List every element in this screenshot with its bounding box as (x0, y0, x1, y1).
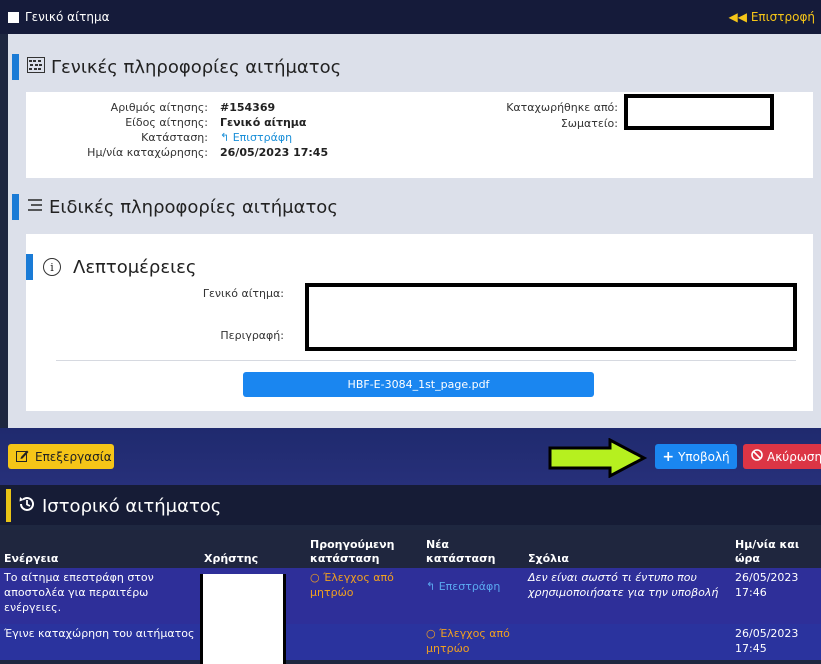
info-circle-icon: i (43, 258, 61, 276)
specific-info-title: Ειδικές πληροφορίες αιτήματος (49, 196, 338, 218)
history-heading: Ιστορικό αιτήματος (0, 485, 821, 525)
description-label: Περιγραφή: (220, 329, 284, 342)
page-title: Γενικό αίτημα (8, 10, 110, 24)
attachment-button[interactable]: HBF-E-3084_1st_page.pdf (243, 372, 594, 397)
back-link[interactable]: ◀◀ Επιστροφή (729, 10, 815, 24)
redacted-registered-by (624, 94, 774, 130)
cell-datetime: 26/05/2023 17:45 (735, 627, 799, 655)
cell-new-state: ○ Έλεγχος από μητρώο (426, 627, 510, 655)
submit-button-label: Υποβολή (678, 449, 730, 464)
abacus-icon (27, 56, 45, 78)
cell-action: Το αίτημα επεστράφη στον αποστολέα για π… (4, 571, 154, 614)
cell-datetime: 26/05/2023 17:46 (735, 571, 799, 599)
club-label: Σωματείο: (560, 117, 618, 130)
col-datetime: Ημ/νία και ώρα (735, 538, 800, 565)
request-type: Γενικό αίτημα (220, 116, 307, 129)
details-heading: i Λεπτομέρειες (26, 254, 196, 280)
col-comments: Σχόλια (528, 552, 569, 565)
cell-prev-state: ○ Έλεγχος από μητρώο (310, 571, 394, 599)
general-request-label: Γενικό αίτημα: (202, 287, 284, 300)
cell-action: Έγινε καταχώρηση του αιτήματος (4, 627, 195, 640)
general-info-heading: Γενικές πληροφορίες αιτήματος (12, 52, 341, 82)
specific-info-heading: Ειδικές πληροφορίες αιτήματος (12, 192, 338, 222)
col-new-state: Νέα κατάσταση (426, 538, 496, 565)
cell-prev-state (306, 624, 422, 660)
col-user: Χρήστης (204, 552, 259, 565)
request-number: #154369 (220, 101, 276, 114)
submit-button[interactable]: + Υποβολή (655, 444, 737, 469)
square-icon (8, 11, 19, 23)
history-title: Ιστορικό αιτήματος (42, 496, 222, 517)
history-header-row: Ενέργεια Χρήστης Προηγούμενη κατάσταση Ν… (0, 530, 821, 568)
arrow-right-icon (548, 438, 648, 478)
history-table: Ενέργεια Χρήστης Προηγούμενη κατάσταση Ν… (0, 530, 821, 660)
general-info-fields: Αριθμός αίτησης: #154369 Είδος αίτησης: … (32, 101, 340, 159)
plus-icon: + (662, 448, 675, 465)
edit-button[interactable]: Επεξεργασία (8, 444, 114, 469)
edit-button-label: Επεξεργασία (35, 449, 112, 464)
ban-icon (751, 449, 763, 464)
divider (56, 360, 796, 361)
cell-comment: Δεν είναι σωστό τι έντυπο που χρησιμοποι… (528, 571, 719, 599)
request-status: ↰ Επιστράφη (220, 131, 293, 144)
redacted-request-content (305, 283, 797, 351)
cancel-button[interactable]: Ακύρωση (743, 444, 821, 469)
request-date: 26/05/2023 17:45 (220, 146, 329, 159)
list-icon (27, 197, 43, 217)
col-prev-state: Προηγούμενη κατάσταση (310, 538, 395, 565)
cell-new-state: ↰ Επεστράφη (426, 580, 501, 593)
top-bar: Γενικό αίτημα ◀◀ Επιστροφή (0, 0, 821, 34)
table-row: Έγινε καταχώρηση του αιτήματος ○ Έλεγχος… (0, 624, 821, 660)
cell-comment (524, 624, 731, 660)
details-title: Λεπτομέρειες (73, 256, 197, 278)
actions-bar: Επεξεργασία + Υποβολή Ακύρωση (0, 428, 821, 485)
edit-icon (16, 449, 29, 465)
cancel-button-label: Ακύρωση (767, 449, 821, 464)
registered-by-label: Καταχωρήθηκε από: (506, 101, 618, 114)
table-row: Το αίτημα επεστράφη στον αποστολέα για π… (0, 568, 821, 624)
general-info-title: Γενικές πληροφορίες αιτήματος (51, 56, 342, 78)
history-icon (18, 495, 36, 518)
page-title-text: Γενικό αίτημα (25, 10, 110, 24)
col-action: Ενέργεια (4, 552, 59, 565)
redacted-user (200, 574, 286, 664)
